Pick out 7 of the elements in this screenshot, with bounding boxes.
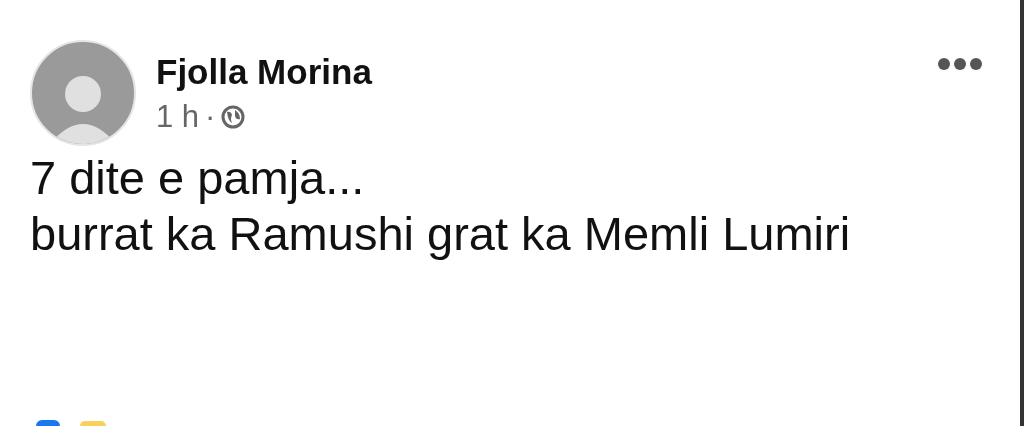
post-text: burrat ka Ramushi grat ka Memli Lumiri bbox=[30, 206, 852, 262]
globe-icon bbox=[221, 105, 246, 129]
post-text: 7 dite e pamja... bbox=[30, 150, 366, 206]
separator: · bbox=[205, 100, 216, 134]
author-name[interactable]: Fjolla Morina bbox=[156, 52, 372, 92]
post-time[interactable]: 1 h bbox=[156, 100, 200, 134]
more-options-button[interactable] bbox=[936, 56, 984, 72]
